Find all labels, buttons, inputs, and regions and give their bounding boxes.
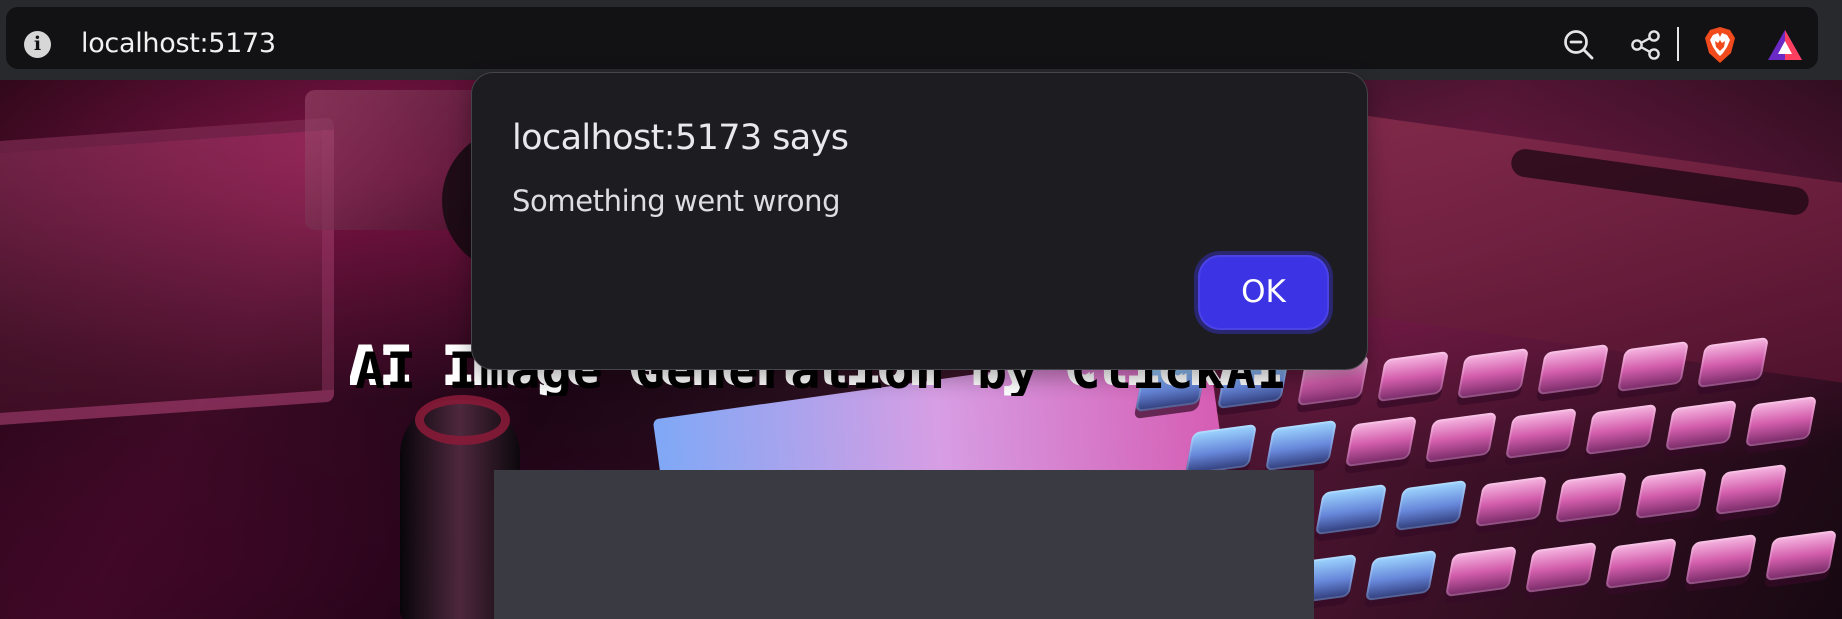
keyboard-key xyxy=(1584,403,1658,456)
background-keyboard-slot xyxy=(1509,147,1811,217)
keyboard-key xyxy=(1444,545,1518,598)
alert-dialog: localhost:5173 says Something went wrong… xyxy=(471,72,1368,370)
keyboard-key xyxy=(1696,336,1770,389)
keyboard-key xyxy=(1504,407,1578,460)
keyboard-key xyxy=(1714,463,1788,516)
keyboard-key xyxy=(1184,423,1258,476)
keyboard-key xyxy=(1394,479,1468,532)
keyboard-key xyxy=(1616,340,1690,393)
address-bar[interactable]: i localhost:5173 xyxy=(6,7,1818,69)
info-icon[interactable]: i xyxy=(24,31,51,58)
background-retro-device xyxy=(0,117,334,427)
keyboard-key xyxy=(1744,395,1818,448)
keyboard-key xyxy=(1474,475,1548,528)
keyboard-key xyxy=(1524,541,1598,594)
keyboard-key xyxy=(1364,549,1438,602)
background-joystick-ring xyxy=(415,395,510,445)
keyboard-key xyxy=(1664,399,1738,452)
browser-toolbar: i localhost:5173 xyxy=(0,0,1842,80)
keyboard-key xyxy=(1634,467,1708,520)
alert-message: Something went wrong xyxy=(512,184,841,218)
keyboard-key xyxy=(1536,343,1610,396)
keyboard-key xyxy=(1314,483,1388,536)
keyboard-key xyxy=(1684,533,1758,586)
keyboard-key xyxy=(1764,529,1838,582)
url-text[interactable]: localhost:5173 xyxy=(81,27,276,61)
keyboard-key xyxy=(1344,415,1418,468)
brave-shield-icon[interactable] xyxy=(1700,25,1740,65)
share-icon[interactable] xyxy=(1628,27,1664,63)
keyboard-key xyxy=(1554,471,1628,524)
ok-button[interactable]: OK xyxy=(1198,255,1329,330)
toolbar-divider xyxy=(1677,27,1679,61)
image-generation-panel xyxy=(494,470,1314,619)
zoom-out-icon[interactable] xyxy=(1561,27,1597,63)
keyboard-key xyxy=(1604,537,1678,590)
keyboard-key xyxy=(1424,411,1498,464)
keyboard-key xyxy=(1264,419,1338,472)
brave-rewards-icon[interactable] xyxy=(1765,26,1805,66)
alert-title: localhost:5173 says xyxy=(512,118,849,158)
